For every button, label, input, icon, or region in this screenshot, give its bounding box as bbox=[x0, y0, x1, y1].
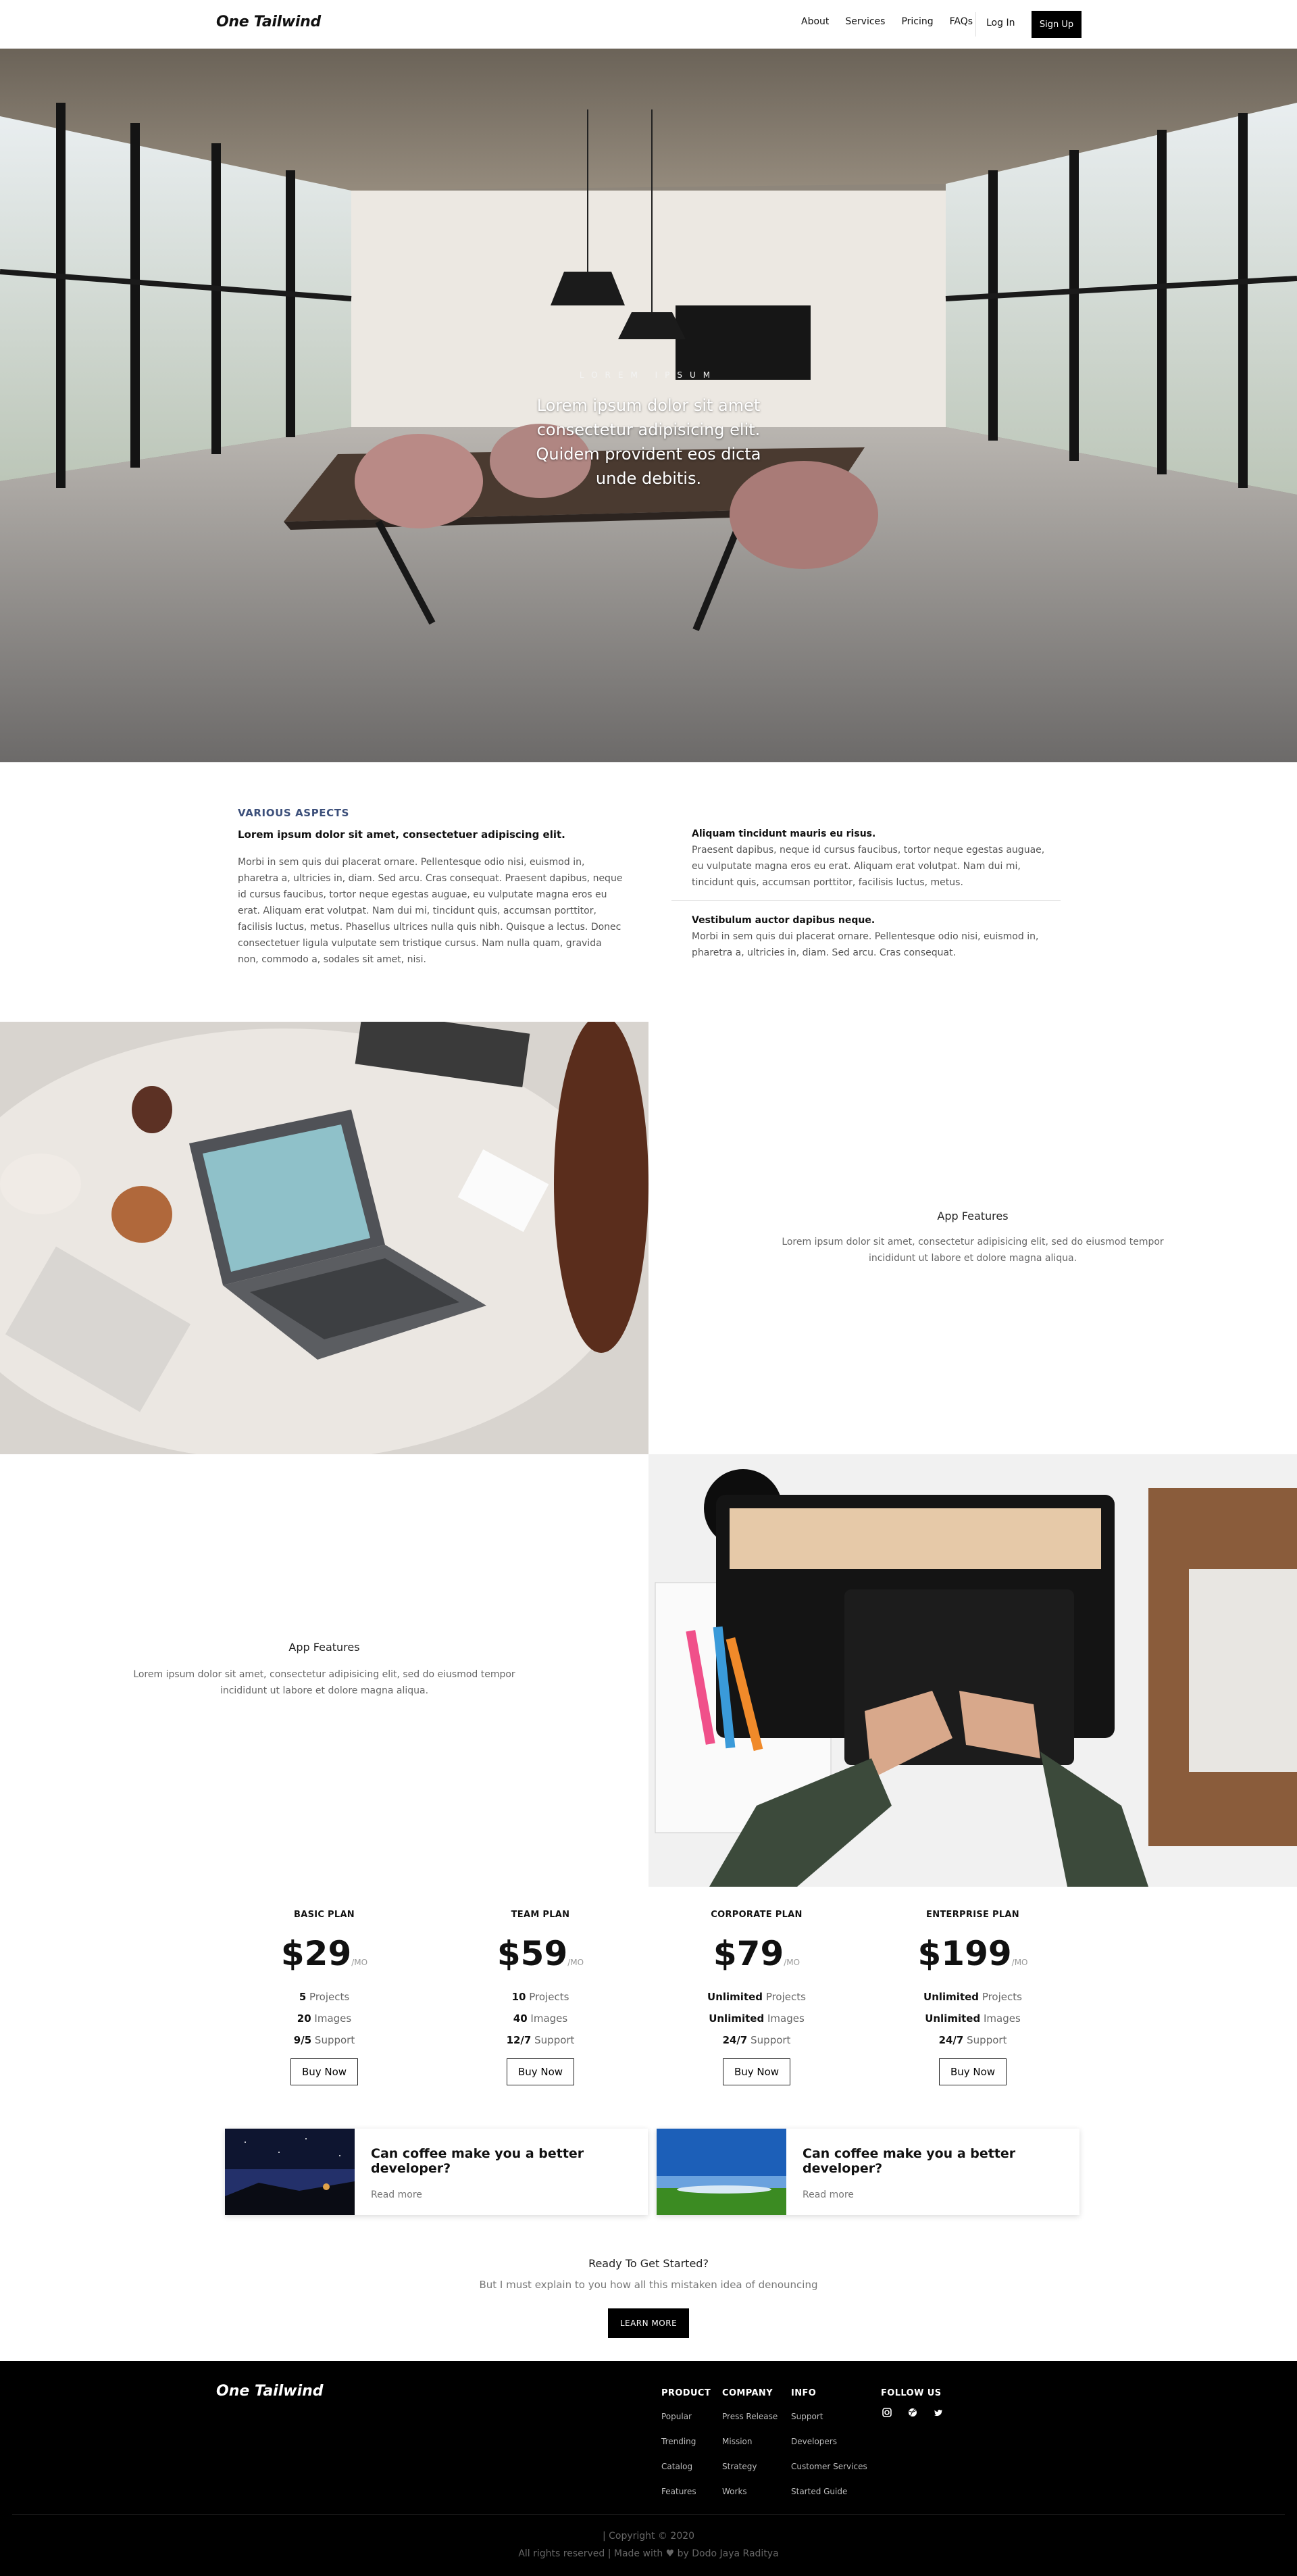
read-more-link[interactable]: Read more bbox=[371, 2189, 422, 2200]
footer-link[interactable]: Works bbox=[722, 2487, 778, 2496]
nav-links: About Services Pricing FAQs bbox=[801, 16, 973, 27]
nav-link-services[interactable]: Services bbox=[845, 16, 885, 27]
footer-column-info: INFO Support Developers Customer Service… bbox=[791, 2388, 867, 2512]
dribbble-icon[interactable] bbox=[908, 2407, 917, 2417]
login-link[interactable]: Log In bbox=[986, 18, 1015, 28]
plan-support: 9/5 Support bbox=[293, 2034, 355, 2046]
buy-now-button[interactable]: Buy Now bbox=[723, 2058, 790, 2085]
plan-price: $79/MO bbox=[713, 1934, 800, 1973]
footer-link[interactable]: Developers bbox=[791, 2437, 867, 2446]
social-icons bbox=[882, 2407, 943, 2417]
blog-card[interactable]: Can coffee make you a better developer? … bbox=[225, 2129, 648, 2215]
nav-link-pricing[interactable]: Pricing bbox=[901, 16, 933, 27]
plan-projects: Unlimited Projects bbox=[923, 1991, 1022, 2003]
laptop-table-image bbox=[0, 1022, 648, 1454]
aspect-item-title: Aliquam tincidunt mauris eu risus. bbox=[692, 828, 876, 839]
hero-kicker: LOREM IPSUM bbox=[579, 370, 718, 380]
buy-now-button[interactable]: Buy Now bbox=[290, 2058, 358, 2085]
aspect-item-title: Vestibulum auctor dapibus neque. bbox=[692, 915, 875, 926]
nav-link-about[interactable]: About bbox=[801, 16, 829, 27]
footer: One Tailwind PRODUCT Popular Trending Ca… bbox=[0, 2361, 1297, 2576]
plan-price: $29/MO bbox=[280, 1934, 368, 1973]
footer-link[interactable]: Catalog bbox=[661, 2462, 711, 2471]
aspects-kicker: VARIOUS ASPECTS bbox=[238, 807, 349, 819]
plan-support: 24/7 Support bbox=[722, 2034, 791, 2046]
cta-title: Ready To Get Started? bbox=[588, 2257, 709, 2270]
footer-link[interactable]: Trending bbox=[661, 2437, 711, 2446]
footer-link[interactable]: Strategy bbox=[722, 2462, 778, 2471]
footer-column-company: COMPANY Press Release Mission Strategy W… bbox=[722, 2388, 778, 2512]
footer-brand[interactable]: One Tailwind bbox=[216, 2383, 324, 2400]
pricing-plan: ENTERPRISE PLAN $199/MO Unlimited Projec… bbox=[892, 1910, 1054, 2085]
signup-button[interactable]: Sign Up bbox=[1032, 11, 1082, 38]
plan-price: $199/MO bbox=[917, 1934, 1028, 1973]
plan-images: Unlimited Images bbox=[925, 2012, 1021, 2025]
plan-projects: Unlimited Projects bbox=[707, 1991, 806, 2003]
nav-link-faqs[interactable]: FAQs bbox=[950, 16, 973, 27]
plan-name: CORPORATE PLAN bbox=[711, 1910, 803, 1920]
hero-title: Lorem ipsum dolor sit amet consectetur a… bbox=[536, 396, 761, 488]
night-sky-image bbox=[225, 2129, 355, 2215]
plan-images: 20 Images bbox=[297, 2012, 352, 2025]
feature-text: Lorem ipsum dolor sit amet, consectetur … bbox=[133, 1669, 515, 1696]
pricing-plan: CORPORATE PLAN $79/MO Unlimited Projects… bbox=[676, 1910, 838, 2085]
aspects-body: Morbi in sem quis dui placerat ornare. P… bbox=[238, 857, 623, 965]
nav-divider bbox=[975, 12, 976, 36]
hero-section: LOREM IPSUM Lorem ipsum dolor sit amet c… bbox=[0, 49, 1297, 762]
footer-divider bbox=[12, 2514, 1285, 2515]
footer-link[interactable]: Mission bbox=[722, 2437, 778, 2446]
aspect-item: Aliquam tincidunt mauris eu risus. Praes… bbox=[692, 826, 1057, 891]
credit-text: All rights reserved | Made with ♥ by Dod… bbox=[518, 2548, 779, 2559]
cta-subtitle: But I must explain to you how all this m… bbox=[479, 2279, 818, 2291]
plan-projects: 5 Projects bbox=[299, 1991, 350, 2003]
footer-link[interactable]: Customer Services bbox=[791, 2462, 867, 2471]
twitter-icon[interactable] bbox=[934, 2407, 943, 2417]
footer-link[interactable]: Popular bbox=[661, 2412, 711, 2421]
learn-more-button[interactable]: LEARN MORE bbox=[608, 2308, 689, 2338]
footer-link[interactable]: Support bbox=[791, 2412, 867, 2421]
plan-support: 24/7 Support bbox=[938, 2034, 1007, 2046]
footer-follow-title: FOLLOW US bbox=[881, 2388, 942, 2398]
top-nav: One Tailwind About Services Pricing FAQs… bbox=[0, 0, 1297, 49]
footer-link[interactable]: Started Guide bbox=[791, 2487, 867, 2496]
footer-copyright: | Copyright © 2020 All rights reserved |… bbox=[0, 2527, 1297, 2562]
copyright-text: | Copyright © 2020 bbox=[602, 2531, 695, 2542]
plan-images: 40 Images bbox=[513, 2012, 568, 2025]
footer-column-title: INFO bbox=[791, 2388, 817, 2398]
plan-name: ENTERPRISE PLAN bbox=[926, 1910, 1019, 1920]
typing-laptop-image bbox=[648, 1454, 1297, 1887]
plan-price: $59/MO bbox=[497, 1934, 584, 1973]
blog-card-title[interactable]: Can coffee make you a better developer? bbox=[803, 2146, 1079, 2176]
aspect-item-text: Praesent dapibus, neque id cursus faucib… bbox=[692, 845, 1045, 888]
plan-images: Unlimited Images bbox=[709, 2012, 805, 2025]
plan-support: 12/7 Support bbox=[506, 2034, 575, 2046]
read-more-link[interactable]: Read more bbox=[803, 2189, 854, 2200]
buy-now-button[interactable]: Buy Now bbox=[507, 2058, 574, 2085]
field-sky-image bbox=[657, 2129, 786, 2215]
feature-text: Lorem ipsum dolor sit amet, consectetur … bbox=[782, 1237, 1164, 1264]
blog-card[interactable]: Can coffee make you a better developer? … bbox=[657, 2129, 1079, 2215]
plan-projects: 10 Projects bbox=[511, 1991, 569, 2003]
pricing-plan: BASIC PLAN $29/MO 5 Projects 20 Images 9… bbox=[243, 1910, 405, 2085]
feature-title: App Features bbox=[937, 1210, 1009, 1222]
buy-now-button[interactable]: Buy Now bbox=[939, 2058, 1007, 2085]
aspects-lead: Lorem ipsum dolor sit amet, consectetuer… bbox=[238, 828, 565, 841]
brand-logo[interactable]: One Tailwind bbox=[216, 14, 321, 30]
footer-link[interactable]: Features bbox=[661, 2487, 711, 2496]
pricing-plan: TEAM PLAN $59/MO 10 Projects 40 Images 1… bbox=[459, 1910, 621, 2085]
footer-column-product: PRODUCT Popular Trending Catalog Feature… bbox=[661, 2388, 711, 2512]
footer-link[interactable]: Press Release bbox=[722, 2412, 778, 2421]
blog-card-title[interactable]: Can coffee make you a better developer? bbox=[371, 2146, 648, 2176]
footer-column-title: COMPANY bbox=[722, 2388, 773, 2398]
aspect-item-text: Morbi in sem quis dui placerat ornare. P… bbox=[692, 931, 1039, 958]
plan-name: BASIC PLAN bbox=[294, 1910, 355, 1920]
feature-title: App Features bbox=[288, 1641, 360, 1654]
footer-column-title: PRODUCT bbox=[661, 2388, 711, 2398]
plan-name: TEAM PLAN bbox=[511, 1910, 570, 1920]
aspect-divider bbox=[671, 900, 1061, 901]
aspect-item: Vestibulum auctor dapibus neque. Morbi i… bbox=[692, 912, 1057, 961]
instagram-icon[interactable] bbox=[882, 2407, 892, 2417]
